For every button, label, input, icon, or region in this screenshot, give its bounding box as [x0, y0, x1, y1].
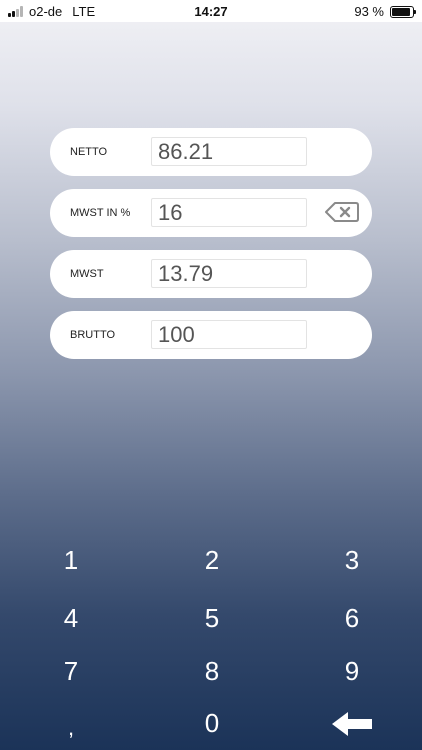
mwst-percent-label: MWST IN % — [70, 207, 131, 219]
keypad-key-8[interactable]: 8 — [182, 651, 242, 691]
brutto-label: BRUTTO — [70, 329, 116, 341]
keypad-key-9[interactable]: 9 — [322, 651, 382, 691]
backspace-clear-icon — [325, 202, 359, 222]
battery-group: 93 % — [354, 4, 416, 19]
keypad-key-comma[interactable]: , — [41, 708, 101, 748]
netto-label: NETTO — [70, 146, 108, 158]
keypad-key-1[interactable]: 1 — [41, 540, 101, 580]
mwst-row: MWST 13.79 — [50, 250, 372, 298]
status-bar: o2-de LTE 14:27 93 % — [0, 0, 422, 22]
keypad-key-5[interactable]: 5 — [182, 598, 242, 638]
battery-percentage: 93 % — [354, 4, 384, 19]
keypad-key-6[interactable]: 6 — [322, 598, 382, 638]
mwst-percent-field[interactable]: 16 — [151, 198, 307, 227]
brutto-row: BRUTTO 100 — [50, 311, 372, 359]
mwst-field[interactable]: 13.79 — [151, 259, 307, 288]
arrow-left-icon — [332, 712, 372, 736]
keypad-backspace-button[interactable] — [322, 703, 382, 743]
keypad-key-4[interactable]: 4 — [41, 598, 101, 638]
netto-field[interactable]: 86.21 — [151, 137, 307, 166]
battery-icon — [390, 5, 416, 18]
mwst-percent-row: MWST IN % 16 — [50, 189, 372, 237]
keypad-key-0[interactable]: 0 — [182, 703, 242, 743]
mwst-label: MWST — [70, 268, 104, 280]
brutto-field[interactable]: 100 — [151, 320, 307, 349]
netto-row: NETTO 86.21 — [50, 128, 372, 176]
keypad-key-2[interactable]: 2 — [182, 540, 242, 580]
clear-button[interactable] — [325, 201, 359, 223]
keypad-key-7[interactable]: 7 — [41, 651, 101, 691]
keypad-key-3[interactable]: 3 — [322, 540, 382, 580]
